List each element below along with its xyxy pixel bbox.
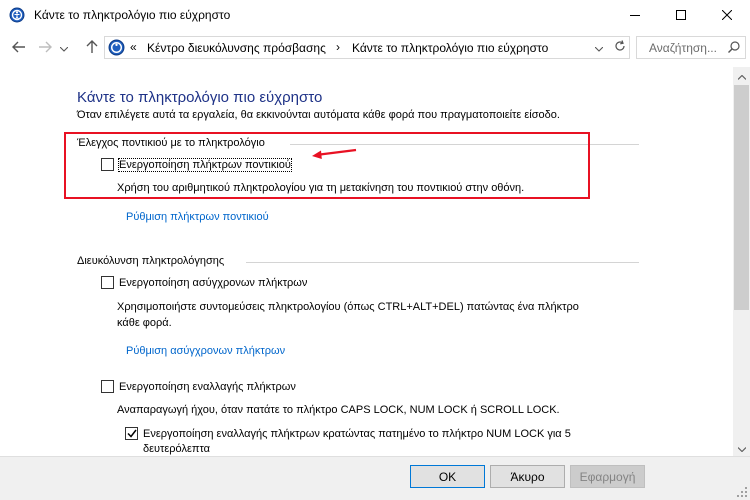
title-bar: Κάντε το πληκτρολόγιο πιο εύχρηστο bbox=[0, 0, 750, 31]
group-divider bbox=[246, 262, 639, 263]
minimize-icon bbox=[630, 9, 640, 23]
page-title: Κάντε το πληκτρολόγιο πιο εύχρηστο bbox=[77, 89, 323, 106]
minimize-button[interactable] bbox=[612, 0, 658, 31]
scroll-down-button[interactable] bbox=[733, 439, 750, 456]
breadcrumb-separator[interactable]: › bbox=[336, 40, 340, 54]
address-overflow-chevron[interactable]: « bbox=[130, 40, 137, 54]
scroll-up-button[interactable] bbox=[733, 67, 750, 84]
annotation-arrow-icon bbox=[310, 147, 358, 164]
checkbox-checked-icon[interactable] bbox=[125, 427, 138, 440]
chevron-down-icon bbox=[737, 441, 746, 455]
page-subtitle: Όταν επιλέγετε αυτά τα εργαλεία, θα εκκι… bbox=[77, 109, 560, 121]
scrollbar-thumb[interactable] bbox=[734, 85, 749, 310]
close-icon bbox=[721, 9, 733, 23]
breadcrumb-ease-of-access-center[interactable]: Κέντρο διευκόλυνσης πρόσβασης bbox=[147, 41, 326, 55]
arrow-left-icon bbox=[12, 41, 26, 56]
sticky-keys-description-line2: κάθε φορά. bbox=[117, 317, 172, 329]
up-button[interactable] bbox=[82, 38, 102, 58]
maximize-icon bbox=[676, 9, 686, 23]
arrow-right-icon bbox=[38, 41, 52, 56]
address-bar[interactable]: « Κέντρο διευκόλυνσης πρόσβασης › Κάντε … bbox=[104, 36, 630, 59]
toggle-keys-description: Αναπαραγωγή ήχου, όταν πατάτε το πλήκτρο… bbox=[117, 404, 560, 416]
close-button[interactable] bbox=[704, 0, 750, 31]
search-input[interactable]: Αναζήτηση... bbox=[636, 36, 746, 59]
cancel-button[interactable]: Άκυρο bbox=[490, 465, 565, 488]
resize-grip-icon[interactable] bbox=[737, 487, 748, 500]
address-dropdown-button[interactable] bbox=[589, 36, 609, 59]
back-button[interactable] bbox=[9, 38, 29, 58]
annotation-highlight-box bbox=[64, 132, 590, 199]
set-up-mouse-keys-link[interactable]: Ρύθμιση πλήκτρων ποντικιού bbox=[126, 211, 269, 223]
sticky-keys-checkbox[interactable]: Ενεργοποίηση ασύγχρονων πλήκτρων bbox=[101, 276, 307, 289]
refresh-button[interactable] bbox=[611, 37, 629, 58]
toggle-keys-checkbox[interactable]: Ενεργοποίηση εναλλαγής πλήκτρων bbox=[101, 380, 296, 393]
chevron-down-icon bbox=[594, 41, 604, 55]
apply-button[interactable]: Εφαρμογή bbox=[570, 465, 645, 488]
set-up-sticky-keys-link[interactable]: Ρύθμιση ασύγχρονων πλήκτρων bbox=[126, 345, 285, 357]
toggle-keys-numlock-label-line1[interactable]: Ενεργοποίηση εναλλαγής πλήκτρων κρατώντα… bbox=[143, 428, 571, 440]
maximize-button[interactable] bbox=[658, 0, 704, 31]
sticky-keys-label[interactable]: Ενεργοποίηση ασύγχρονων πλήκτρων bbox=[119, 277, 307, 289]
chevron-down-icon bbox=[59, 41, 69, 55]
toggle-keys-label[interactable]: Ενεργοποίηση εναλλαγής πλήκτρων bbox=[119, 381, 296, 393]
ease-of-access-icon bbox=[9, 7, 25, 23]
arrow-up-icon bbox=[86, 39, 98, 57]
toggle-keys-numlock-checkbox[interactable]: Ενεργοποίηση εναλλαγής πλήκτρων κρατώντα… bbox=[125, 427, 571, 440]
ease-of-access-icon bbox=[108, 39, 125, 56]
refresh-icon bbox=[614, 40, 626, 55]
settings-content: Κάντε το πληκτρολόγιο πιο εύχρηστο Όταν … bbox=[0, 67, 733, 456]
breadcrumb-current-page[interactable]: Κάντε το πληκτρολόγιο πιο εύχρηστο bbox=[352, 41, 548, 55]
search-placeholder: Αναζήτηση... bbox=[649, 41, 717, 55]
checkbox-unchecked-icon[interactable] bbox=[101, 276, 114, 289]
checkbox-unchecked-icon[interactable] bbox=[101, 380, 114, 393]
search-icon[interactable] bbox=[728, 41, 740, 56]
sticky-keys-description-line1: Χρησιμοποιήστε συντομεύσεις πληκτρολογίο… bbox=[117, 301, 579, 313]
ok-button[interactable]: OK bbox=[410, 465, 485, 488]
toggle-keys-numlock-label-line2[interactable]: δευτερόλεπτα bbox=[143, 441, 210, 456]
window-title: Κάντε το πληκτρολόγιο πιο εύχρηστο bbox=[34, 8, 231, 22]
typing-group-heading: Διευκόλυνση πληκτρολόγησης bbox=[77, 255, 225, 267]
forward-button[interactable] bbox=[35, 38, 55, 58]
recent-locations-button[interactable] bbox=[57, 38, 71, 58]
chevron-up-icon bbox=[737, 69, 746, 83]
vertical-scrollbar[interactable] bbox=[733, 67, 750, 456]
